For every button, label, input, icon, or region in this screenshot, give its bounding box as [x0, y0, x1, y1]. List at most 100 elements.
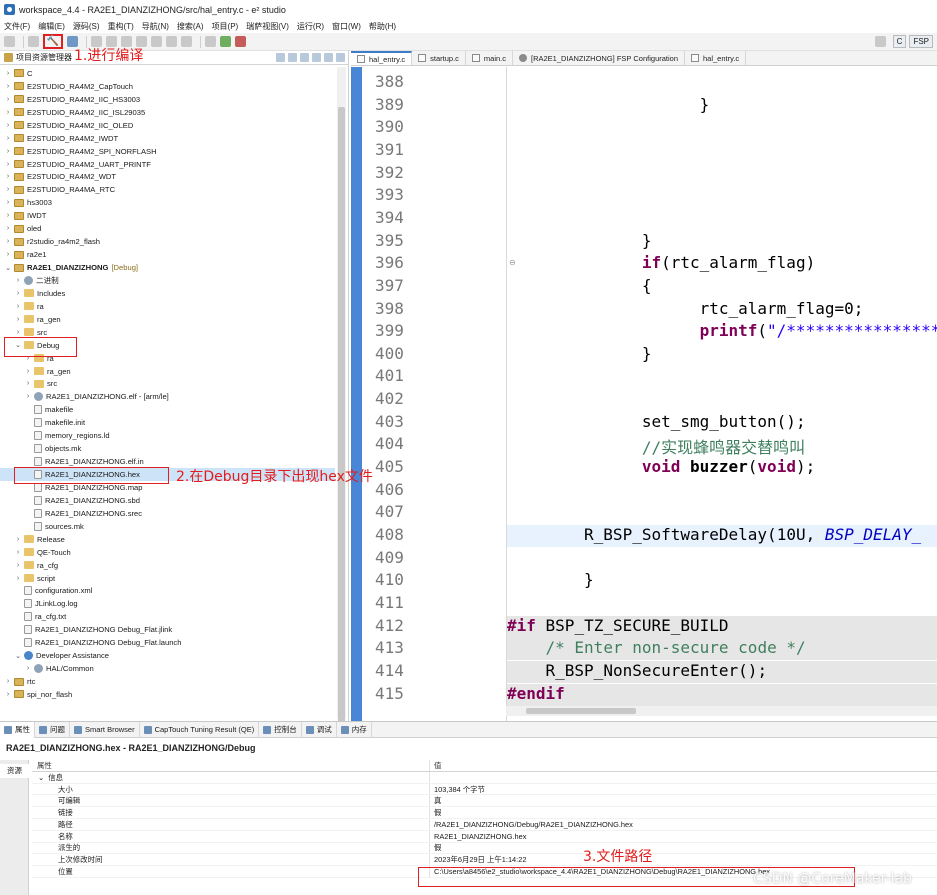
tree-item[interactable]: makefile [0, 403, 335, 416]
chevron-right-icon[interactable]: › [4, 70, 12, 77]
menu-refactor[interactable]: 重构(T) [108, 21, 134, 32]
scrollbar-thumb[interactable] [526, 708, 636, 714]
perspective-fsp-button[interactable]: FSP [909, 35, 933, 48]
editor-tab[interactable]: startup.c [412, 51, 466, 65]
fsp-config-icon[interactable] [205, 36, 216, 47]
step-return-icon[interactable] [181, 36, 192, 47]
tree-item[interactable]: › E2STUDIO_RA4M2_UART_PRINTF [0, 158, 335, 171]
bottom-tab[interactable]: CapTouch Tuning Result (QE) [140, 722, 260, 738]
menu-project[interactable]: 项目(P) [212, 21, 239, 32]
tree-item[interactable]: › r2studio_ra4m2_flash [0, 235, 335, 248]
chevron-down-icon[interactable]: ⌄ [4, 264, 12, 272]
menu-window[interactable]: 窗口(W) [332, 21, 361, 32]
tree-item[interactable]: › oled [0, 222, 335, 235]
tree-item[interactable]: › ra2e1 [0, 248, 335, 261]
chevron-right-icon[interactable]: › [14, 562, 22, 569]
chevron-down-icon[interactable]: ⌄ [14, 652, 22, 660]
editor-tab[interactable]: main.c [466, 51, 513, 65]
tree-item[interactable]: makefile.init [0, 416, 335, 429]
chevron-right-icon[interactable]: › [4, 122, 12, 129]
tree-item[interactable]: › ra [0, 300, 335, 313]
tree-item[interactable]: › 二进制 [0, 274, 335, 287]
code-area[interactable]: }} if(rtc_alarm_flag){rtc_alarm_flag=0; pr… [506, 67, 937, 721]
tree-item[interactable]: › spi_nor_flash [0, 688, 335, 701]
menu-edit[interactable]: 编辑(E) [38, 21, 65, 32]
tree-item[interactable]: › ra_gen [0, 365, 335, 378]
menu-file[interactable]: 文件(F) [4, 21, 30, 32]
chevron-right-icon[interactable]: › [4, 83, 12, 90]
explorer-scrollbar[interactable] [337, 67, 346, 721]
perspective-c-button[interactable]: C [892, 35, 907, 48]
tree-item[interactable]: › C [0, 67, 335, 80]
tree-item[interactable]: RA2E1_DIANZIZHONG.sbd [0, 494, 335, 507]
tree-item[interactable]: › ra_cfg [0, 559, 335, 572]
tree-item[interactable]: › IWDT [0, 209, 335, 222]
editor-tab[interactable]: [RA2E1_DIANZIZHONG] FSP Configuration [513, 51, 685, 65]
chevron-right-icon[interactable]: › [14, 549, 22, 556]
tree-item[interactable]: RA2E1_DIANZIZHONG.srec [0, 507, 335, 520]
menu-navigate[interactable]: 导航(N) [142, 21, 169, 32]
step-over-icon[interactable] [166, 36, 177, 47]
view-menu-icon[interactable] [312, 53, 321, 62]
property-row[interactable]: 大小 103,384 个字节 [32, 783, 937, 796]
tree-item[interactable]: sources.mk [0, 520, 335, 533]
tree-item[interactable]: JLinkLog.log [0, 597, 335, 610]
tree-item[interactable]: › rtc [0, 675, 335, 688]
tree-item[interactable]: › Release [0, 533, 335, 546]
property-row[interactable]: 名称 RA2E1_DIANZIZHONG.hex [32, 830, 937, 843]
chevron-right-icon[interactable]: › [14, 536, 22, 543]
chevron-right-icon[interactable]: › [4, 109, 12, 116]
chevron-right-icon[interactable]: › [4, 186, 12, 193]
chevron-right-icon[interactable]: › [4, 691, 12, 698]
chevron-right-icon[interactable]: › [4, 678, 12, 685]
chevron-right-icon[interactable]: › [24, 380, 32, 387]
tree-item[interactable]: memory_regions.ld [0, 429, 335, 442]
maximize-icon[interactable] [336, 53, 345, 62]
tree-item[interactable]: › RA2E1_DIANZIZHONG.elf - [arm/le] [0, 390, 335, 403]
chevron-right-icon[interactable]: › [24, 665, 32, 672]
property-row[interactable]: 可编辑真 [32, 795, 937, 808]
chevron-right-icon[interactable]: › [14, 575, 22, 582]
menu-help[interactable]: 帮助(H) [369, 21, 396, 32]
tree-item[interactable]: › ra_gen [0, 313, 335, 326]
tree-item[interactable]: › HAL/Common [0, 662, 335, 675]
chevron-right-icon[interactable]: › [4, 135, 12, 142]
bottom-tab[interactable]: 控制台 [259, 722, 302, 738]
tree-item[interactable]: › E2STUDIO_RA4M2_WDT [0, 171, 335, 184]
menu-renesas-views[interactable]: 瑞萨视图(V) [246, 21, 289, 32]
link-editor-icon[interactable] [288, 53, 297, 62]
editor-tab[interactable]: hal_entry.c [685, 51, 747, 65]
tree-item[interactable]: configuration.xml [0, 585, 335, 598]
menu-search[interactable]: 搜索(A) [177, 21, 204, 32]
tree-item[interactable]: › hs3003 [0, 196, 335, 209]
tree-item[interactable]: › E2STUDIO_RA4M2_IWDT [0, 132, 335, 145]
bottom-tab[interactable]: 属性 [0, 722, 35, 738]
chevron-right-icon[interactable]: › [4, 199, 12, 206]
property-row[interactable]: 上次修改时间 2023年6月29日 上午1:14:22 [32, 854, 937, 867]
tree-item[interactable]: RA2E1_DIANZIZHONG Debug_Flat.jlink [0, 623, 335, 636]
tree-item[interactable]: › E2STUDIO_RA4M2_IIC_HS3003 [0, 93, 335, 106]
build-button[interactable]: 🔨 [43, 34, 63, 49]
search-icon[interactable] [874, 36, 886, 47]
chevron-right-icon[interactable]: › [14, 329, 22, 336]
tree-item[interactable]: › E2STUDIO_RA4M2_SPI_NORFLASH [0, 145, 335, 158]
filter-icon[interactable] [300, 53, 309, 62]
save-all-icon[interactable] [4, 36, 15, 47]
chevron-right-icon[interactable]: › [24, 368, 32, 375]
properties-group-row[interactable]: ⌄ 信息 [32, 771, 937, 784]
chevron-right-icon[interactable]: › [14, 303, 22, 310]
property-row[interactable]: 链接假 [32, 807, 937, 819]
tree-item[interactable]: › E2STUDIO_RA4M2_CapTouch [0, 80, 335, 93]
chevron-right-icon[interactable]: › [24, 393, 32, 400]
chevron-right-icon[interactable]: › [4, 148, 12, 155]
step-into-icon[interactable] [151, 36, 162, 47]
chevron-right-icon[interactable]: › [4, 251, 12, 258]
external-tools-icon[interactable] [235, 36, 246, 47]
chevron-right-icon[interactable]: › [4, 225, 12, 232]
chevron-right-icon[interactable]: › [4, 161, 12, 168]
collapse-all-icon[interactable] [276, 53, 285, 62]
minimize-icon[interactable] [324, 53, 333, 62]
menu-source[interactable]: 源码(S) [73, 21, 100, 32]
tree-item[interactable]: ra_cfg.txt [0, 610, 335, 623]
run-icon[interactable] [220, 36, 231, 47]
